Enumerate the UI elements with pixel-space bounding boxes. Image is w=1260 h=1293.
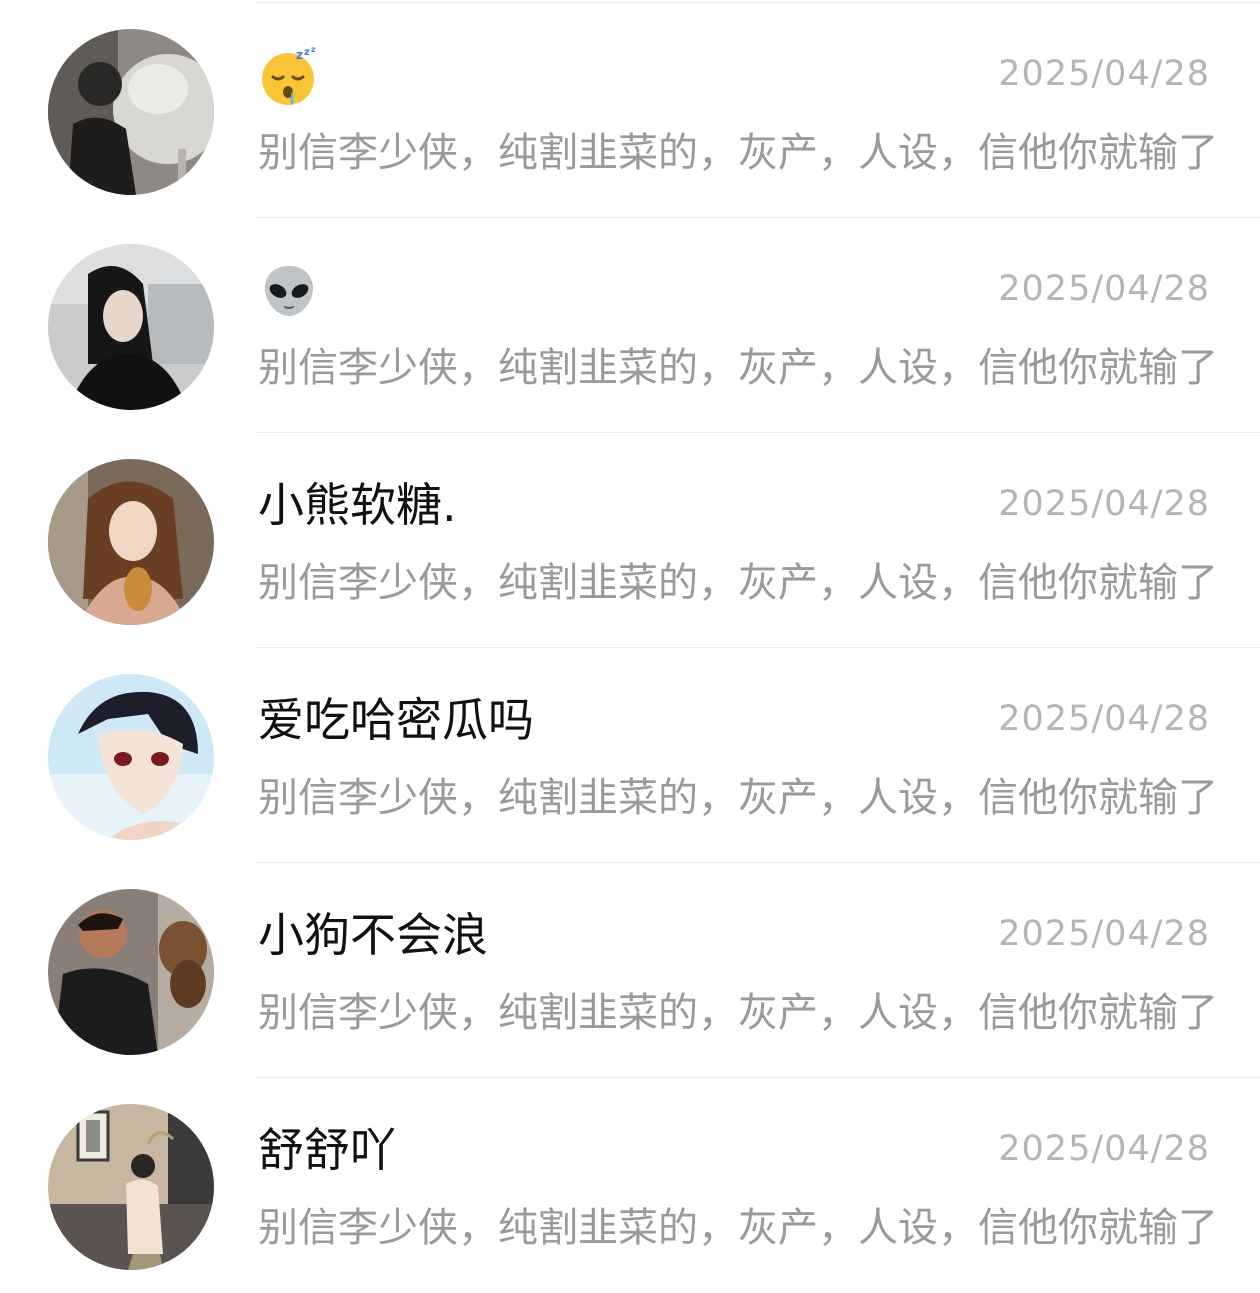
message-preview: 别信李少侠，纯割韭菜的，灰产，人设，信他你就输了 <box>258 775 1218 821</box>
svg-text:z: z <box>296 48 303 62</box>
message-date: 2025/04/28 <box>998 914 1210 954</box>
message-preview: 别信李少侠，纯割韭菜的，灰产，人设，信他你就输了 <box>258 990 1218 1036</box>
avatar[interactable] <box>48 889 214 1055</box>
message-preview: 别信李少侠，纯割韭菜的，灰产，人设，信他你就输了 <box>258 1205 1218 1251</box>
avatar-photo-icon <box>48 889 214 1055</box>
message-date: 2025/04/28 <box>998 269 1210 309</box>
message-preview: 别信李少侠，纯割韭菜的，灰产，人设，信他你就输了 <box>258 130 1218 176</box>
message-preview: 别信李少侠，纯割韭菜的，灰产，人设，信他你就输了 <box>258 560 1218 606</box>
avatar-photo-icon <box>48 674 214 840</box>
sleeping-face-emoji-icon: z z z <box>258 45 320 107</box>
conversation-item[interactable]: 2025/04/28 别信李少侠，纯割韭菜的，灰产，人设，信他你就输了 <box>0 218 1260 433</box>
conversation-item[interactable]: 小狗不会浪 2025/04/28 别信李少侠，纯割韭菜的，灰产，人设，信他你就输… <box>0 863 1260 1078</box>
message-date: 2025/04/28 <box>998 54 1210 94</box>
alien-emoji-icon <box>258 260 320 322</box>
avatar[interactable] <box>48 674 214 840</box>
avatar[interactable] <box>48 459 214 625</box>
conversation-list: z z z 2025/04/28 别信李少侠，纯割韭菜的，灰产，人设，信他你就输… <box>0 0 1260 1278</box>
avatar[interactable] <box>48 1104 214 1270</box>
message-date: 2025/04/28 <box>998 484 1210 524</box>
contact-name: 小狗不会浪 <box>258 908 488 962</box>
message-date: 2025/04/28 <box>998 1129 1210 1169</box>
contact-name: 舒舒吖 <box>258 1123 396 1177</box>
message-preview: 别信李少侠，纯割韭菜的，灰产，人设，信他你就输了 <box>258 345 1218 391</box>
contact-name: 爱吃哈密瓜吗 <box>258 693 534 747</box>
contact-name: 小熊软糖. <box>258 478 457 532</box>
conversation-item[interactable]: z z z 2025/04/28 别信李少侠，纯割韭菜的，灰产，人设，信他你就输… <box>0 3 1260 218</box>
avatar-photo-icon <box>48 244 214 410</box>
avatar-photo-icon <box>48 459 214 625</box>
avatar-photo-icon <box>48 29 214 195</box>
conversation-item[interactable]: 舒舒吖 2025/04/28 别信李少侠，纯割韭菜的，灰产，人设，信他你就输了 <box>0 1078 1260 1293</box>
conversation-item[interactable]: 小熊软糖. 2025/04/28 别信李少侠，纯割韭菜的，灰产，人设，信他你就输… <box>0 433 1260 648</box>
message-date: 2025/04/28 <box>998 699 1210 739</box>
conversation-item[interactable]: 爱吃哈密瓜吗 2025/04/28 别信李少侠，纯割韭菜的，灰产，人设，信他你就… <box>0 648 1260 863</box>
svg-text:z: z <box>304 47 310 58</box>
avatar[interactable] <box>48 29 214 195</box>
svg-text:z: z <box>311 45 316 54</box>
avatar-photo-icon <box>48 1104 214 1270</box>
avatar[interactable] <box>48 244 214 410</box>
